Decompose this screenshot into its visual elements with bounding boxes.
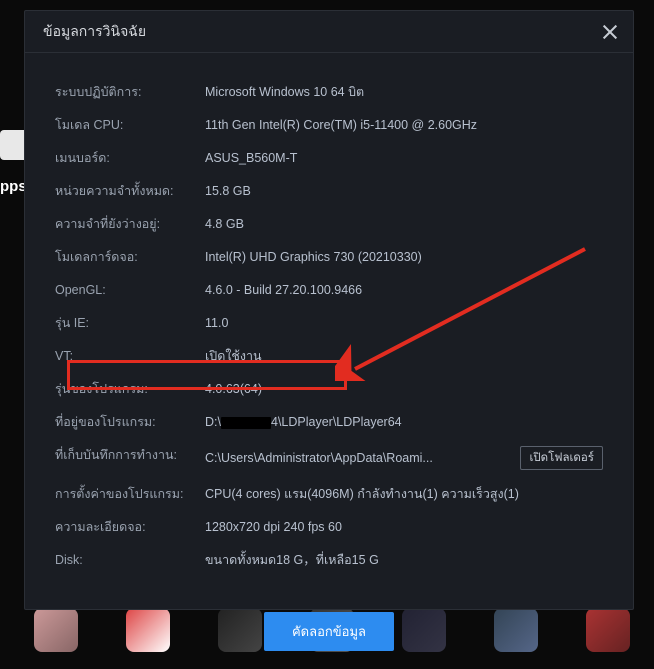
label-disk: Disk:: [55, 551, 205, 569]
apps-label-fragment: pps: [0, 178, 27, 195]
label-installdir: ที่อยู่ของโปรแกรม:: [55, 413, 205, 431]
row-mainboard: เมนบอร์ด:ASUS_B560M-T: [55, 149, 603, 167]
redacted-segment: [221, 417, 271, 429]
label-opengl: OpenGL:: [55, 281, 205, 299]
row-cpu: โมเดล CPU:11th Gen Intel(R) Core(TM) i5-…: [55, 116, 603, 134]
value-opengl: 4.6.0 - Build 27.20.100.9466: [205, 281, 603, 299]
row-gpu: โมเดลการ์ดจอ:Intel(R) UHD Graphics 730 (…: [55, 248, 603, 266]
close-icon[interactable]: [601, 23, 619, 41]
row-totalmem: หน่วยความจำทั้งหมด:15.8 GB: [55, 182, 603, 200]
label-vt: VT:: [55, 347, 205, 365]
dialog-title: ข้อมูลการวินิจฉัย: [43, 21, 146, 43]
label-ie: รุ่น IE:: [55, 314, 205, 332]
label-mainboard: เมนบอร์ด:: [55, 149, 205, 167]
label-availmem: ความจำที่ยังว่างอยู่:: [55, 215, 205, 233]
label-gpu: โมเดลการ์ดจอ:: [55, 248, 205, 266]
row-availmem: ความจำที่ยังว่างอยู่:4.8 GB: [55, 215, 603, 233]
label-cpu: โมเดล CPU:: [55, 116, 205, 134]
value-totalmem: 15.8 GB: [205, 182, 603, 200]
label-totalmem: หน่วยความจำทั้งหมด:: [55, 182, 205, 200]
row-disk: Disk:ขนาดทั้งหมด18 G，ที่เหลือ15 G: [55, 551, 603, 569]
dialog-body: ระบบปฏิบัติการ:Microsoft Windows 10 64 บ…: [25, 53, 633, 669]
row-settings: การตั้งค่าของโปรแกรม:CPU(4 cores) แรม(40…: [55, 485, 603, 503]
value-ie: 11.0: [205, 314, 603, 332]
value-vt: เปิดใช้งาน: [205, 347, 603, 365]
value-disk: ขนาดทั้งหมด18 G，ที่เหลือ15 G: [205, 551, 603, 569]
value-resolution: 1280x720 dpi 240 fps 60: [205, 518, 603, 536]
row-workdir: ที่เก็บบันทึกการทำงาน:C:\Users\Administr…: [55, 446, 603, 470]
dialog-titlebar: ข้อมูลการวินิจฉัย: [25, 11, 633, 53]
row-version: รุ่นของโปรแกรม:4.0.63(64): [55, 380, 603, 398]
label-workdir: ที่เก็บบันทึกการทำงาน:: [55, 446, 205, 464]
label-settings: การตั้งค่าของโปรแกรม:: [55, 485, 205, 503]
value-gpu: Intel(R) UHD Graphics 730 (20210330): [205, 248, 603, 266]
open-folder-button[interactable]: เปิดโฟลเดอร์: [520, 446, 603, 470]
value-workdir: C:\Users\Administrator\AppData\Roami...: [205, 449, 510, 467]
row-opengl: OpenGL:4.6.0 - Build 27.20.100.9466: [55, 281, 603, 299]
row-resolution: ความละเอียดจอ:1280x720 dpi 240 fps 60: [55, 518, 603, 536]
value-settings: CPU(4 cores) แรม(4096M) กำลังทำงาน(1) คว…: [205, 485, 603, 503]
label-os: ระบบปฏิบัติการ:: [55, 83, 205, 101]
row-os: ระบบปฏิบัติการ:Microsoft Windows 10 64 บ…: [55, 83, 603, 101]
row-ie: รุ่น IE:11.0: [55, 314, 603, 332]
value-availmem: 4.8 GB: [205, 215, 603, 233]
value-mainboard: ASUS_B560M-T: [205, 149, 603, 167]
installdir-prefix: D:\: [205, 415, 221, 429]
dialog-footer: คัดลอกข้อมูล: [55, 584, 603, 651]
value-cpu: 11th Gen Intel(R) Core(TM) i5-11400 @ 2.…: [205, 116, 603, 134]
value-installdir: D:\ 4\LDPlayer\LDPlayer64: [205, 413, 603, 431]
diagnostic-dialog: ข้อมูลการวินิจฉัย ระบบปฏิบัติการ:Microso…: [24, 10, 634, 610]
row-vt: VT:เปิดใช้งาน: [55, 347, 603, 365]
value-os: Microsoft Windows 10 64 บิต: [205, 83, 603, 101]
row-installdir: ที่อยู่ของโปรแกรม:D:\ 4\LDPlayer\LDPlayer…: [55, 413, 603, 431]
label-version: รุ่นของโปรแกรม:: [55, 380, 205, 398]
installdir-suffix: 4\LDPlayer\LDPlayer64: [271, 415, 402, 429]
copy-info-button[interactable]: คัดลอกข้อมูล: [264, 612, 394, 651]
label-resolution: ความละเอียดจอ:: [55, 518, 205, 536]
value-version: 4.0.63(64): [205, 380, 603, 398]
